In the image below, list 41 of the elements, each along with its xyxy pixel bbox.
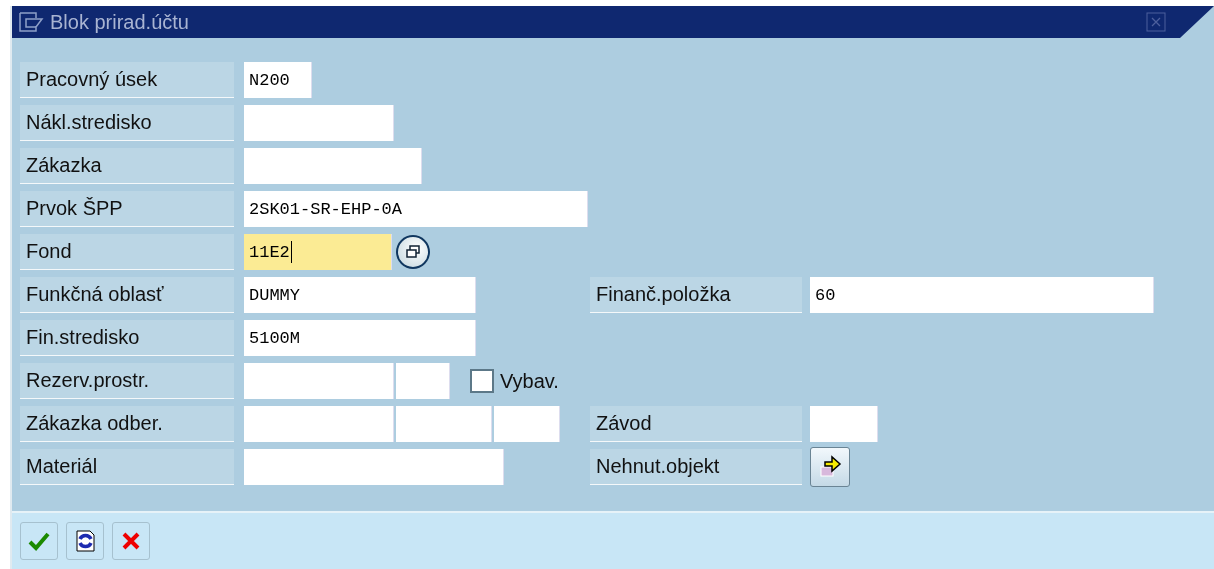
- input-field[interactable]: [244, 406, 394, 442]
- checkbox-label: Vybav.: [500, 369, 559, 393]
- value-help-button[interactable]: [396, 235, 430, 269]
- arrow-icon: [817, 454, 843, 480]
- field-label: Finanč.položka: [590, 277, 802, 313]
- input-field[interactable]: 5100M: [244, 320, 476, 356]
- field-label: Zákazka odber.: [20, 406, 234, 442]
- input-field[interactable]: [396, 406, 492, 442]
- input-field[interactable]: 2SK01-SR-EHP-0A: [244, 191, 588, 227]
- input-field[interactable]: [396, 363, 450, 399]
- field-label: Fond: [20, 234, 234, 270]
- field-label: Prvok ŠPP: [20, 191, 234, 227]
- input-field[interactable]: [244, 363, 394, 399]
- field-label: Funkčná oblasť: [20, 277, 234, 313]
- input-field[interactable]: N200: [244, 62, 312, 98]
- cancel-button[interactable]: [112, 522, 150, 560]
- checkbox[interactable]: [470, 369, 494, 393]
- field-label: Závod: [590, 406, 802, 442]
- input-field[interactable]: [810, 406, 878, 442]
- refresh-icon: [73, 529, 97, 553]
- input-field[interactable]: 11E2: [244, 234, 392, 270]
- field-label: Materiál: [20, 449, 234, 485]
- input-field[interactable]: [244, 148, 422, 184]
- field-label: Zákazka: [20, 148, 234, 184]
- input-field[interactable]: [244, 449, 504, 485]
- field-label: Fin.stredisko: [20, 320, 234, 356]
- input-field[interactable]: [494, 406, 560, 442]
- window-title: Blok prirad.účtu: [50, 10, 190, 34]
- input-field[interactable]: [244, 105, 394, 141]
- window-icon: [18, 11, 44, 33]
- field-label: Pracovný úsek: [20, 62, 234, 98]
- field-label: Rezerv.prostr.: [20, 363, 234, 399]
- refresh-button[interactable]: [66, 522, 104, 560]
- confirm-button[interactable]: [20, 522, 58, 560]
- input-field[interactable]: 60: [810, 277, 1154, 313]
- input-field[interactable]: DUMMY: [244, 277, 476, 313]
- navigate-button[interactable]: [810, 447, 850, 487]
- field-label: Nákl.stredisko: [20, 105, 234, 141]
- close-icon[interactable]: [1146, 12, 1166, 32]
- windows-icon: [404, 243, 422, 261]
- field-label: Nehnut.objekt: [590, 449, 802, 485]
